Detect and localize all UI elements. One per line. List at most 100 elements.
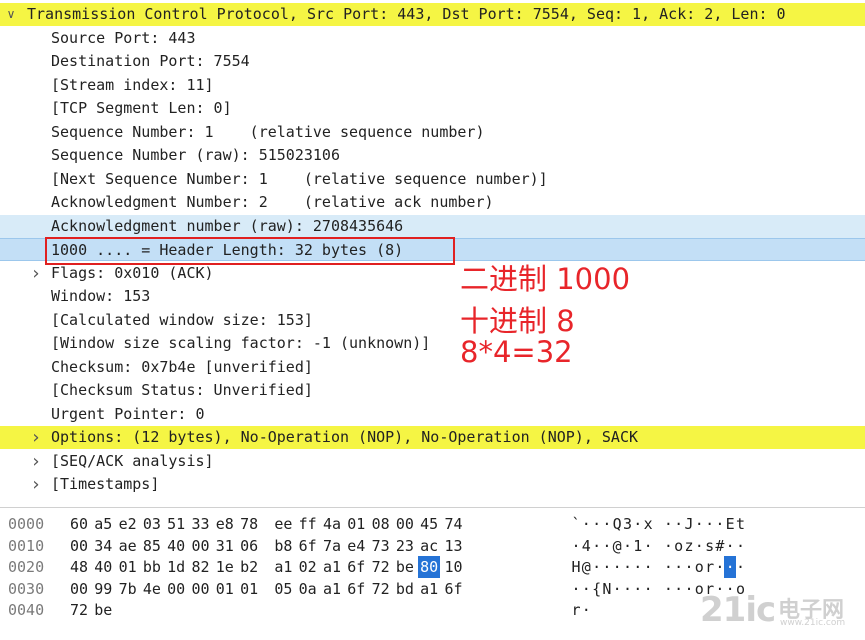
hex-byte[interactable]: 85	[141, 535, 163, 557]
hex-byte[interactable]: 48	[68, 556, 90, 578]
hex-byte[interactable]: 82	[190, 556, 212, 578]
hex-byte[interactable]: 40	[92, 556, 114, 578]
hex-byte[interactable]: 00	[190, 535, 212, 557]
pane-divider[interactable]	[0, 507, 865, 508]
hex-byte[interactable]: 01	[238, 578, 260, 600]
ascii-char[interactable]: ·	[642, 535, 654, 557]
hex-byte[interactable]: 02	[297, 556, 319, 578]
expand-arrow-icon[interactable]: ∨	[4, 3, 18, 26]
hex-byte[interactable]: 78	[238, 513, 260, 535]
hex-byte[interactable]: e2	[117, 513, 139, 535]
hex-byte[interactable]: 80	[418, 556, 441, 578]
tree-row[interactable]: [Stream index: 11]	[0, 74, 865, 97]
hex-byte[interactable]: 73	[370, 535, 392, 557]
hex-byte[interactable]: a1	[418, 578, 440, 600]
hex-byte[interactable]: ee	[272, 513, 294, 535]
hex-byte[interactable]: 6f	[443, 578, 465, 600]
hex-byte[interactable]: a5	[92, 513, 114, 535]
tree-row[interactable]: Destination Port: 7554	[0, 50, 865, 73]
hex-byte[interactable]: a1	[321, 578, 343, 600]
hex-byte[interactable]: bb	[141, 556, 163, 578]
hex-byte[interactable]: 6f	[345, 556, 367, 578]
annotation-binary: 二进制 1000	[460, 262, 631, 296]
ascii-char[interactable]: ·	[642, 578, 654, 600]
hex-byte[interactable]: 0a	[297, 578, 319, 600]
hex-byte[interactable]: 31	[214, 535, 236, 557]
hex-byte[interactable]: 72	[68, 599, 90, 621]
hex-byte[interactable]: b2	[238, 556, 260, 578]
hex-byte[interactable]: e8	[214, 513, 236, 535]
hex-byte[interactable]: 40	[165, 535, 187, 557]
hex-byte[interactable]: 00	[394, 513, 416, 535]
tree-row[interactable]: [Calculated window size: 153]	[0, 309, 865, 332]
hex-byte[interactable]: e4	[345, 535, 367, 557]
hex-byte[interactable]: 06	[238, 535, 260, 557]
hex-byte[interactable]: be	[92, 599, 114, 621]
collapse-arrow-icon[interactable]: ›	[29, 426, 43, 449]
hex-byte[interactable]: 33	[190, 513, 212, 535]
tree-row[interactable]: Sequence Number (raw): 515023106	[0, 144, 865, 167]
hex-byte[interactable]: ff	[297, 513, 319, 535]
hex-byte[interactable]: 00	[190, 578, 212, 600]
tree-row[interactable]: Acknowledgment Number: 2 (relative ack n…	[0, 191, 865, 214]
ascii-char[interactable]: ·	[735, 556, 747, 578]
hex-byte[interactable]: a1	[321, 556, 343, 578]
tree-row[interactable]: › Options: (12 bytes), No-Operation (NOP)…	[0, 426, 865, 449]
hex-byte[interactable]: bd	[394, 578, 416, 600]
hex-byte[interactable]: 01	[214, 578, 236, 600]
hex-byte[interactable]: 00	[165, 578, 187, 600]
hex-byte[interactable]: 51	[165, 513, 187, 535]
hex-byte[interactable]: 99	[92, 578, 114, 600]
hex-byte[interactable]: 23	[394, 535, 416, 557]
hex-byte[interactable]: 13	[443, 535, 465, 557]
hex-byte[interactable]: 6f	[345, 578, 367, 600]
hex-byte[interactable]: 08	[370, 513, 392, 535]
ascii-char[interactable]: t	[735, 513, 747, 535]
hex-byte[interactable]: 7b	[117, 578, 139, 600]
hex-byte[interactable]: 74	[443, 513, 465, 535]
tree-row[interactable]: Checksum: 0x7b4e [unverified]	[0, 356, 865, 379]
hex-byte[interactable]: 60	[68, 513, 90, 535]
hex-byte[interactable]: b8	[272, 535, 294, 557]
tree-row[interactable]: [TCP Segment Len: 0]	[0, 97, 865, 120]
hex-byte[interactable]: be	[394, 556, 416, 578]
collapse-arrow-icon[interactable]: ›	[29, 450, 43, 473]
hex-byte[interactable]: 72	[370, 578, 392, 600]
hex-byte[interactable]: 6f	[297, 535, 319, 557]
ascii-char[interactable]: ·	[642, 556, 654, 578]
hex-byte[interactable]: 1d	[165, 556, 187, 578]
hex-byte[interactable]: 00	[68, 535, 90, 557]
hex-byte[interactable]: 05	[272, 578, 294, 600]
hex-byte[interactable]: 01	[117, 556, 139, 578]
tree-row[interactable]: ∨ Transmission Control Protocol, Src Port…	[0, 3, 865, 26]
ascii-char[interactable]: ·	[735, 535, 747, 557]
hex-byte[interactable]: 72	[370, 556, 392, 578]
tree-row[interactable]: [Window size scaling factor: -1 (unknown…	[0, 332, 865, 355]
tree-row[interactable]: Window: 153	[0, 285, 865, 308]
hex-byte[interactable]: 03	[141, 513, 163, 535]
tree-row[interactable]: Source Port: 443	[0, 27, 865, 50]
hex-byte[interactable]: ae	[117, 535, 139, 557]
hex-byte[interactable]: 10	[443, 556, 465, 578]
tree-row[interactable]: [Next Sequence Number: 1 (relative seque…	[0, 168, 865, 191]
tree-row[interactable]: › [Timestamps]	[0, 473, 865, 496]
collapse-arrow-icon[interactable]: ›	[29, 473, 43, 496]
hex-byte[interactable]: 1e	[214, 556, 236, 578]
hex-byte[interactable]: 45	[418, 513, 440, 535]
hex-byte[interactable]: 7a	[321, 535, 343, 557]
tree-row[interactable]: Urgent Pointer: 0	[0, 403, 865, 426]
collapse-arrow-icon[interactable]: ›	[29, 262, 43, 285]
tree-row[interactable]: Acknowledgment number (raw): 2708435646	[0, 214, 865, 238]
ascii-char[interactable]: ·	[580, 599, 592, 621]
hex-byte[interactable]: ac	[418, 535, 440, 557]
hex-byte[interactable]: 34	[92, 535, 114, 557]
ascii-char[interactable]: x	[642, 513, 654, 535]
hex-byte[interactable]: 01	[345, 513, 367, 535]
hex-byte[interactable]: 4e	[141, 578, 163, 600]
tree-row[interactable]: Sequence Number: 1 (relative sequence nu…	[0, 121, 865, 144]
tree-row[interactable]: [Checksum Status: Unverified]	[0, 379, 865, 402]
hex-byte[interactable]: 4a	[321, 513, 343, 535]
hex-byte[interactable]: a1	[272, 556, 294, 578]
hex-byte[interactable]: 00	[68, 578, 90, 600]
tree-row[interactable]: › [SEQ/ACK analysis]	[0, 450, 865, 473]
